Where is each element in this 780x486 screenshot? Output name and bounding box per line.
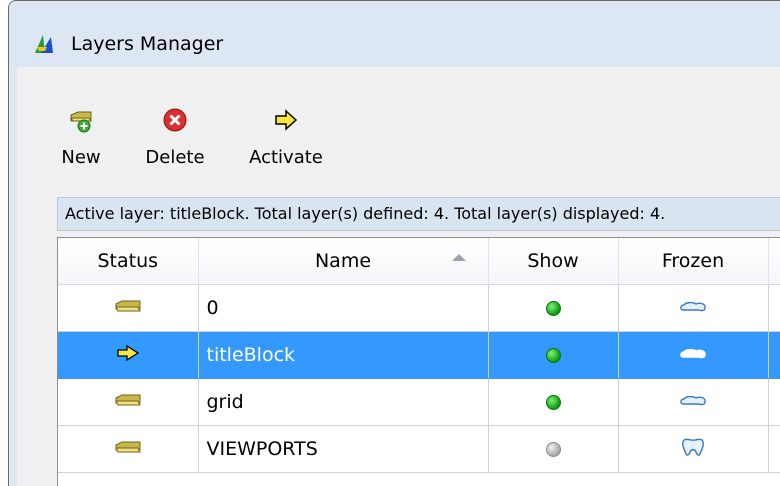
show-cell[interactable] bbox=[488, 378, 619, 426]
folder-icon bbox=[114, 394, 141, 406]
tooth-icon bbox=[682, 438, 704, 456]
cloud-icon bbox=[680, 395, 706, 406]
layer-name-cell[interactable]: grid bbox=[198, 378, 489, 426]
table-header: Status Name Show Frozen bbox=[58, 238, 780, 285]
frozen-cell[interactable] bbox=[618, 425, 769, 473]
status-cell[interactable] bbox=[58, 425, 199, 473]
column-status-label: Status bbox=[97, 250, 159, 272]
new-layer-icon bbox=[70, 111, 92, 133]
show-cell[interactable] bbox=[488, 425, 619, 473]
hidden-indicator-icon bbox=[545, 442, 561, 457]
extra-cell bbox=[768, 331, 780, 379]
column-header-name[interactable]: Name bbox=[198, 238, 489, 285]
column-name-label: Name bbox=[314, 250, 372, 272]
column-header-show[interactable]: Show bbox=[488, 238, 619, 285]
delete-label: Delete bbox=[145, 147, 205, 168]
folder-icon bbox=[114, 441, 141, 453]
cloud-icon bbox=[680, 301, 706, 312]
show-cell[interactable] bbox=[488, 284, 619, 332]
show-cell[interactable] bbox=[488, 331, 619, 379]
delete-button[interactable]: Delete bbox=[139, 107, 211, 171]
status-bar: Active layer: titleBlock. Total layer(s)… bbox=[57, 197, 780, 231]
column-frozen-label: Frozen bbox=[661, 250, 725, 272]
column-header-status[interactable]: Status bbox=[58, 238, 199, 285]
toolbar: New Delete Activate bbox=[17, 67, 780, 193]
status-cell[interactable] bbox=[58, 284, 199, 332]
delete-icon bbox=[163, 108, 187, 132]
column-header-extra[interactable] bbox=[768, 238, 780, 285]
extra-cell bbox=[768, 425, 780, 473]
status-cell[interactable] bbox=[58, 331, 199, 379]
arrow-right-icon bbox=[117, 344, 139, 362]
layer-name-cell[interactable]: 0 bbox=[198, 284, 489, 332]
layers-table: Status Name Show Frozen 0 titleBlock gri… bbox=[57, 237, 780, 486]
app-icon bbox=[35, 35, 53, 53]
column-show-label: Show bbox=[527, 250, 579, 272]
window-body: New Delete Activate Active layer: titleB… bbox=[17, 67, 780, 486]
frozen-cell[interactable] bbox=[618, 284, 769, 332]
activate-label: Activate bbox=[249, 147, 323, 168]
table-row[interactable]: 0 bbox=[58, 284, 780, 332]
cloud-icon bbox=[680, 348, 706, 359]
status-cell[interactable] bbox=[58, 378, 199, 426]
frozen-cell[interactable] bbox=[618, 378, 769, 426]
folder-icon bbox=[114, 300, 141, 312]
column-header-frozen[interactable]: Frozen bbox=[618, 238, 769, 285]
new-label: New bbox=[61, 147, 101, 168]
table-row[interactable]: grid bbox=[58, 378, 780, 426]
extra-cell bbox=[768, 378, 780, 426]
new-button[interactable]: New bbox=[61, 107, 101, 171]
visible-indicator-icon bbox=[545, 348, 561, 363]
visible-indicator-icon bbox=[545, 395, 561, 410]
title-bar[interactable]: Layers Manager bbox=[9, 1, 780, 67]
window-title: Layers Manager bbox=[71, 33, 224, 55]
sort-ascending-icon bbox=[451, 254, 466, 261]
arrow-right-icon bbox=[275, 109, 298, 131]
layer-name-cell[interactable]: titleBlock bbox=[198, 331, 489, 379]
extra-cell bbox=[768, 284, 780, 332]
layer-name-cell[interactable]: VIEWPORTS bbox=[198, 425, 489, 473]
table-row-selected[interactable]: titleBlock bbox=[58, 331, 780, 379]
layers-manager-window: Layers Manager New Delete Activate Activ… bbox=[8, 0, 780, 486]
frozen-cell[interactable] bbox=[618, 331, 769, 379]
visible-indicator-icon bbox=[545, 301, 561, 316]
table-row[interactable]: VIEWPORTS bbox=[58, 425, 780, 473]
activate-button[interactable]: Activate bbox=[243, 107, 329, 171]
